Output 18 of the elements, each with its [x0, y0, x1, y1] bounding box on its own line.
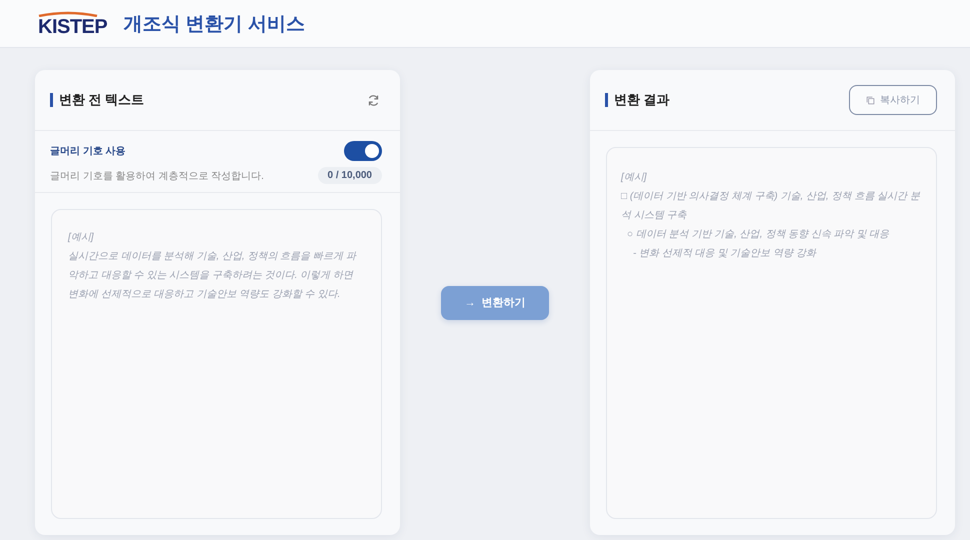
panel-title: 변환 결과 — [605, 93, 670, 107]
result-line: - 변화 선제적 대응 및 기술안보 역량 강화 — [632, 247, 818, 261]
copy-button[interactable]: 복사하기 — [849, 85, 937, 115]
toggle-switch[interactable] — [344, 141, 382, 161]
input-field[interactable]: [예시] 실시간으로 데이터를 분석해 기술, 산업, 정책의 흐름을 빠르게 파악하고 대응할 수 있는 시스템을 구축하려는 것이다. 이렇게 하면 변화에 선제적으로 대응하고 기술안보 역량도 강화할 수 있다. — [51, 209, 382, 519]
result-line: ○ 데이터 분석 기반 기술, 산업, 정책 동향 신속 파악 및 대응 — [626, 228, 890, 242]
result-line: [예시] — [621, 171, 648, 185]
character-counter: 0 / 10,000 — [318, 167, 382, 184]
option-description: 글머리 기호를 활용하여 계층적으로 작성합니다. — [50, 170, 264, 182]
panel-title: 변환 전 텍스트 — [50, 93, 144, 107]
copy-icon — [866, 96, 875, 104]
convert-button[interactable]: → 변환하기 — [441, 286, 549, 320]
logo-text: KISTEP — [38, 16, 108, 36]
refresh-icon[interactable] — [367, 94, 380, 106]
arc-icon — [38, 10, 98, 16]
option-label: 글머리 기호 사용 — [50, 145, 126, 158]
app-title: 개조식 변환기 서비스 — [123, 12, 305, 36]
result-line: □ (데이터 기반 의사결정 체계 구축) 기술, 산업, 정책 흐름 실시간 분석 시스템 구축 — [621, 190, 921, 223]
